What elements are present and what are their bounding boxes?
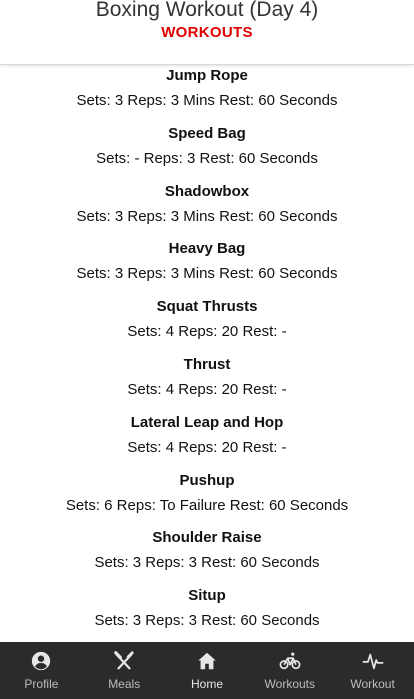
exercise-name: Squat Thrusts	[156, 298, 258, 316]
exercise-item-shadowbox: Shadowbox Sets: 3 Reps: 3 Mins Rest: 60 …	[0, 182, 414, 240]
nav-item-profile[interactable]: Profile	[0, 642, 83, 699]
nav-label-home: Home	[190, 677, 223, 691]
nav-label-workout: Workout	[350, 677, 395, 691]
exercise-item-speed-bag: Speed Bag Sets: - Reps: 3 Rest: 60 Secon…	[0, 124, 414, 182]
exercise-details: Sets: 3 Reps: 3 Mins Rest: 60 Seconds	[76, 207, 338, 225]
exercise-name: Shoulder Raise	[152, 529, 262, 547]
exercise-details: Sets: - Reps: 3 Rest: 60 Seconds	[96, 149, 318, 167]
home-icon	[198, 652, 216, 670]
nav-item-meals[interactable]: Meals	[83, 642, 166, 699]
exercise-item-shoulder-raise: Shoulder Raise Sets: 3 Reps: 3 Rest: 60 …	[0, 528, 414, 586]
exercise-name: Lateral Leap and Hop	[130, 413, 284, 431]
nav-item-workout[interactable]: Workout	[331, 642, 414, 699]
exercise-details: Sets: 4 Reps: 20 Rest: -	[127, 438, 287, 456]
app-header: Boxing Workout (Day 4) WORKOUTS	[0, 0, 414, 65]
exercise-details: Sets: 6 Reps: To Failure Rest: 60 Second…	[65, 496, 349, 514]
exercise-item-jump-rope: Jump Rope Sets: 3 Reps: 3 Mins Rest: 60 …	[0, 66, 414, 124]
nav-item-home[interactable]: Home	[166, 642, 249, 699]
exercise-item-thrust: Thrust Sets: 4 Reps: 20 Rest: -	[0, 355, 414, 413]
exercise-name: Situp	[188, 587, 226, 605]
exercise-details: Sets: 3 Reps: 3 Mins Rest: 60 Seconds	[76, 265, 338, 283]
exercise-list[interactable]: Jump Rope Sets: 3 Reps: 3 Mins Rest: 60 …	[0, 66, 414, 642]
exercise-name: Thrust	[183, 355, 231, 373]
exercise-name: Heavy Bag	[168, 240, 246, 258]
exercise-details: Sets: 4 Reps: 20 Rest: -	[127, 323, 287, 341]
nav-label-profile: Profile	[24, 677, 59, 691]
exercise-details: Sets: 4 Reps: 20 Rest: -	[127, 380, 287, 398]
nav-item-workouts[interactable]: Workouts	[248, 642, 331, 699]
exercise-item-situp: Situp Sets: 3 Reps: 3 Rest: 60 Seconds	[0, 586, 414, 642]
nav-label-workouts: Workouts	[264, 677, 316, 691]
exercise-name: Shadowbox	[164, 182, 250, 200]
page-title: Boxing Workout (Day 4)	[95, 0, 319, 21]
exercise-item-heavy-bag: Heavy Bag Sets: 3 Reps: 3 Mins Rest: 60 …	[0, 239, 414, 297]
exercise-details: Sets: 3 Reps: 3 Rest: 60 Seconds	[94, 554, 320, 572]
meals-icon	[114, 651, 134, 670]
exercise-name: Pushup	[179, 471, 235, 489]
nav-label-meals: Meals	[108, 677, 141, 691]
heartbeat-icon	[362, 653, 384, 670]
exercise-name: Jump Rope	[166, 67, 248, 84]
exercise-item-squat-thrusts: Squat Thrusts Sets: 4 Reps: 20 Rest: -	[0, 297, 414, 355]
bicycle-icon	[279, 652, 301, 670]
exercise-name: Speed Bag	[168, 124, 246, 142]
bottom-nav: Profile Meals Home Workouts Workout	[0, 642, 414, 699]
exercise-details: Sets: 3 Reps: 3 Rest: 60 Seconds	[94, 612, 320, 630]
exercise-item-pushup: Pushup Sets: 6 Reps: To Failure Rest: 60…	[0, 471, 414, 529]
page-subtitle: WORKOUTS	[161, 24, 253, 41]
profile-icon	[32, 651, 51, 671]
exercise-item-lateral-leap-and-hop: Lateral Leap and Hop Sets: 4 Reps: 20 Re…	[0, 413, 414, 471]
exercise-details: Sets: 3 Reps: 3 Mins Rest: 60 Seconds	[76, 92, 338, 109]
